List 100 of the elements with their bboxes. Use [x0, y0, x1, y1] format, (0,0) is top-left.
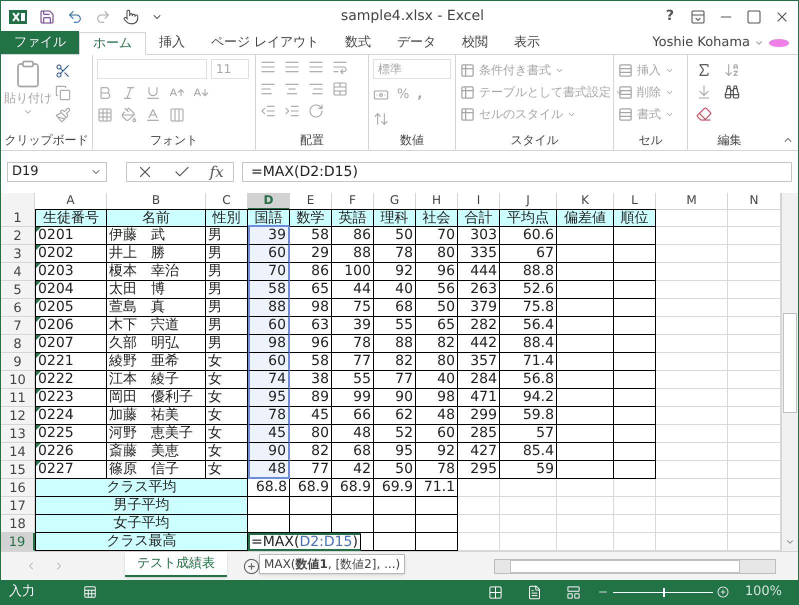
- table-cell: 0225: [35, 425, 107, 443]
- row-header[interactable]: 7: [1, 317, 35, 335]
- row-header[interactable]: 15: [1, 461, 35, 479]
- table-cell: 60: [248, 245, 290, 263]
- header-cell: 性別: [206, 209, 248, 227]
- insert-function-button[interactable]: fx: [210, 160, 224, 184]
- empty-cell: [614, 299, 656, 317]
- row-header[interactable]: 9: [1, 353, 35, 371]
- row-header[interactable]: 5: [1, 281, 35, 299]
- row-header[interactable]: 16: [1, 479, 35, 497]
- empty-cell: [656, 371, 728, 389]
- row-header[interactable]: 10: [1, 371, 35, 389]
- empty-cell: [656, 281, 728, 299]
- ribbon-tab[interactable]: ページ レイアウト: [198, 31, 332, 54]
- function-tooltip: MAX(数値1, [数値2], ...): [259, 554, 406, 574]
- table-cell: 78: [248, 407, 290, 425]
- error-indicator-icon: [36, 335, 41, 340]
- file-tab[interactable]: ファイル: [1, 31, 79, 54]
- formula-input[interactable]: =MAX(D2:D15): [242, 162, 792, 182]
- ribbon-tab[interactable]: データ: [384, 31, 450, 54]
- row-header[interactable]: 18: [1, 515, 35, 533]
- select-all-corner[interactable]: [1, 193, 35, 210]
- header-cell: 理科: [374, 209, 416, 227]
- empty-cell: [557, 281, 614, 299]
- header-cell: 順位: [614, 209, 656, 227]
- empty-cell: [416, 497, 458, 515]
- table-cell: 48: [332, 425, 374, 443]
- zoom-level[interactable]: 100%: [744, 582, 782, 602]
- column-header[interactable]: D: [248, 193, 290, 210]
- vertical-scrollbar[interactable]: [781, 193, 798, 551]
- ribbon-tab[interactable]: 表示: [501, 31, 554, 54]
- active-cell[interactable]: =MAX(D2:D15): [248, 533, 361, 551]
- row-header[interactable]: 3: [1, 245, 35, 263]
- empty-cell: [557, 389, 614, 407]
- empty-cell: [614, 425, 656, 443]
- summary-label: 男子平均: [35, 497, 248, 515]
- table-cell: 0204: [35, 281, 107, 299]
- row-header[interactable]: 12: [1, 407, 35, 425]
- save-icon[interactable]: [39, 8, 55, 24]
- header-cell: 平均点: [500, 209, 557, 227]
- ribbon-options-icon[interactable]: [690, 8, 706, 24]
- column-header[interactable]: M: [656, 193, 728, 210]
- table-cell: 71.4: [500, 353, 557, 371]
- row-header[interactable]: 17: [1, 497, 35, 515]
- ribbon-tab[interactable]: ホーム: [79, 32, 146, 55]
- scroll-thumb[interactable]: [783, 313, 797, 413]
- table-cell: 60: [416, 425, 458, 443]
- maximize-icon[interactable]: [746, 8, 762, 24]
- table-cell: 42: [332, 461, 374, 479]
- add-sheet-icon[interactable]: [243, 558, 260, 574]
- column-header[interactable]: N: [728, 193, 781, 210]
- redo-icon[interactable]: [95, 8, 111, 24]
- table-cell: 63: [290, 317, 332, 335]
- table-cell: 56.4: [500, 317, 557, 335]
- normal-view-icon[interactable]: [488, 584, 503, 600]
- row-header[interactable]: 1: [1, 209, 35, 227]
- table-cell: 75.8: [500, 299, 557, 317]
- table-cell: 40: [374, 281, 416, 299]
- table-cell: 98: [416, 389, 458, 407]
- group-label: 数値: [400, 132, 424, 149]
- zoom-in-icon[interactable]: [716, 586, 729, 598]
- row-header[interactable]: 2: [1, 227, 35, 245]
- table-cell: 0202: [35, 245, 107, 263]
- empty-cell: [656, 245, 728, 263]
- row-header[interactable]: 19: [1, 533, 35, 551]
- undo-icon[interactable]: [67, 8, 83, 24]
- row-header[interactable]: 6: [1, 299, 35, 317]
- user-name[interactable]: Yoshie Kohama: [652, 33, 750, 53]
- table-cell: 82: [290, 443, 332, 461]
- page-layout-icon[interactable]: [526, 584, 542, 600]
- table-cell: 45: [290, 407, 332, 425]
- empty-cell: [656, 497, 728, 515]
- help-button[interactable]: ?: [662, 6, 678, 27]
- horizontal-scrollbar[interactable]: [494, 558, 776, 574]
- table-cell: 82: [416, 335, 458, 353]
- empty-cell: [614, 479, 656, 497]
- table-cell: 88.4: [500, 335, 557, 353]
- ribbon-tab[interactable]: 数式: [332, 31, 384, 54]
- row-header[interactable]: 13: [1, 425, 35, 443]
- table-cell: 86: [332, 227, 374, 245]
- row-header[interactable]: 14: [1, 443, 35, 461]
- macro-record-icon[interactable]: [83, 585, 97, 599]
- ribbon-tab[interactable]: 校閲: [449, 31, 502, 54]
- table-cell: 68.9: [290, 479, 332, 497]
- name-box[interactable]: D19: [7, 162, 107, 182]
- table-cell: 90: [248, 443, 290, 461]
- touch-mode-icon[interactable]: [123, 8, 139, 24]
- row-header[interactable]: 11: [1, 389, 35, 407]
- table-cell: 0205: [35, 299, 107, 317]
- zoom-thumb[interactable]: [662, 588, 665, 596]
- sheet-tab[interactable]: テスト成績表: [125, 552, 227, 577]
- table-cell: 井上 勝: [107, 245, 206, 263]
- table-cell: 52.6: [500, 281, 557, 299]
- error-indicator-icon: [36, 407, 41, 412]
- rows-icon: [618, 62, 633, 78]
- page-break-icon[interactable]: [566, 584, 581, 600]
- ribbon-tab[interactable]: 挿入: [146, 31, 198, 54]
- row-header[interactable]: 4: [1, 263, 35, 281]
- window-title: sample4.xlsx - Excel: [340, 7, 485, 26]
- row-header[interactable]: 8: [1, 335, 35, 353]
